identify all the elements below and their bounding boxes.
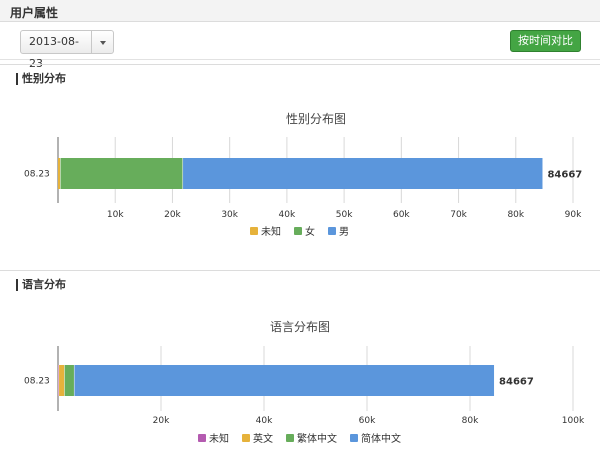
category-label: 08.23 <box>24 170 50 180</box>
x-tick-label: 100k <box>562 416 585 426</box>
x-tick-label: 80k <box>462 416 479 426</box>
legend-label: 未知 <box>261 225 281 238</box>
legend-swatch <box>250 227 258 235</box>
x-tick-label: 40k <box>256 416 273 426</box>
date-value: 2013-08-23 <box>29 35 79 70</box>
x-tick-label: 40k <box>279 210 296 220</box>
x-tick-label: 70k <box>450 210 467 220</box>
legend-swatch <box>328 227 336 235</box>
page-title: 用户属性 <box>10 6 59 20</box>
x-tick-label: 30k <box>221 210 238 220</box>
language-chart: 语言分布图 08.23 84667 20k 40k 60k 80k 100k 未知 英文 繁体中文 简… <box>24 320 585 445</box>
legend-label: 男 <box>339 226 349 238</box>
chart-title: 语言分布图 <box>270 320 330 334</box>
toolbar: 2013-08-23 按时间对比 <box>0 22 600 70</box>
total-label: 84667 <box>499 377 534 388</box>
bar-segment <box>182 158 543 189</box>
legend-swatch <box>198 434 206 442</box>
bar-segment <box>60 158 183 189</box>
category-label: 08.23 <box>24 377 50 387</box>
bar-segment <box>64 365 75 396</box>
x-tick-label: 20k <box>153 416 170 426</box>
x-tick-label: 60k <box>359 416 376 426</box>
x-tick-label: 20k <box>164 210 181 220</box>
language-section: 语言分布 语言分布图 08.23 84667 20k 40k 60k 80k 100k 未知 英文… <box>0 270 600 473</box>
legend-label: 英文 <box>253 432 273 445</box>
compare-by-time-button[interactable]: 按时间对比 <box>510 30 581 52</box>
legend-swatch <box>242 434 250 442</box>
x-tick-label: 60k <box>393 210 410 220</box>
legend-label: 简体中文 <box>361 432 401 445</box>
total-label: 84667 <box>547 170 582 181</box>
legend-label: 未知 <box>209 432 229 445</box>
date-picker[interactable]: 2013-08-23 <box>20 30 114 70</box>
bar-segment <box>74 365 495 396</box>
legend-swatch <box>294 227 302 235</box>
gender-section: 性别分布 性别分布图 08.23 84667 10k 20k 30k 40k 50k 60k 70… <box>0 64 600 268</box>
legend-swatch <box>350 434 358 442</box>
x-tick-label: 10k <box>107 210 124 220</box>
bar-segment <box>58 365 65 396</box>
chart-title: 性别分布图 <box>286 112 346 126</box>
legend-swatch <box>286 434 294 442</box>
x-tick-label: 80k <box>507 210 524 220</box>
gender-chart: 性别分布图 08.23 84667 10k 20k 30k 40k 50k 60k 70k 80k 9… <box>24 112 582 238</box>
bar-segment <box>58 158 61 189</box>
legend-label: 女 <box>305 225 315 238</box>
panel-header: 用户属性 <box>0 0 600 22</box>
x-tick-label: 50k <box>336 210 353 220</box>
legend-label: 繁体中文 <box>297 432 337 445</box>
x-tick-label: 90k <box>565 210 582 220</box>
chevron-down-icon[interactable] <box>91 31 113 53</box>
